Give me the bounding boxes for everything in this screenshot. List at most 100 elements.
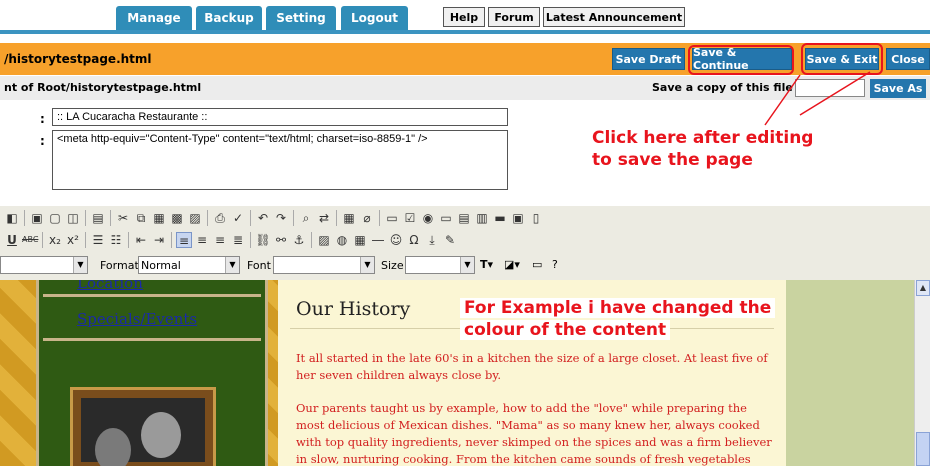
latest-announcement-button[interactable]: Latest Announcement bbox=[543, 7, 685, 27]
nav-setting[interactable]: Setting bbox=[266, 6, 336, 30]
content-heading: Our History bbox=[296, 298, 411, 320]
chevron-down-icon: ▼ bbox=[460, 257, 474, 273]
page-break-icon[interactable]: ⤓ bbox=[424, 232, 440, 248]
button-icon[interactable]: ▬ bbox=[492, 210, 508, 226]
remove-format-icon[interactable]: ⌀ bbox=[359, 210, 375, 226]
indent-icon[interactable]: ⇥ bbox=[151, 232, 167, 248]
scroll-thumb[interactable] bbox=[916, 432, 930, 466]
form-icon[interactable]: ▭ bbox=[384, 210, 400, 226]
separator bbox=[110, 210, 111, 226]
bullet-list-icon[interactable]: ☷ bbox=[108, 232, 124, 248]
size-select[interactable]: ▼ bbox=[405, 256, 475, 274]
photo-face bbox=[141, 412, 181, 458]
checkbox-icon[interactable]: ☑ bbox=[402, 210, 418, 226]
nav-backup[interactable]: Backup bbox=[196, 6, 262, 30]
flash-icon[interactable]: ◍ bbox=[334, 232, 350, 248]
chevron-down-icon: ▼ bbox=[73, 257, 87, 273]
about-icon[interactable]: ? bbox=[552, 258, 558, 271]
nav-manage[interactable]: Manage bbox=[116, 6, 192, 30]
forum-button[interactable]: Forum bbox=[488, 7, 540, 27]
highlight-icon[interactable]: ✎ bbox=[442, 232, 458, 248]
special-char-icon[interactable]: Ω bbox=[406, 232, 422, 248]
text-color-icon[interactable]: T▾ bbox=[480, 258, 493, 271]
replace-icon[interactable]: ⇄ bbox=[316, 210, 332, 226]
separator bbox=[336, 210, 337, 226]
font-select[interactable]: ▼ bbox=[273, 256, 375, 274]
smiley-icon[interactable]: ☺ bbox=[388, 232, 404, 248]
title-field-colon: : bbox=[40, 112, 45, 126]
annotation-arrows bbox=[764, 71, 871, 126]
textarea-icon[interactable]: ▤ bbox=[456, 210, 472, 226]
image-icon[interactable]: ▨ bbox=[316, 232, 332, 248]
annotation-click-here-line2: to save the page bbox=[592, 150, 753, 170]
editor-scrollbar[interactable]: ▲ bbox=[914, 280, 930, 466]
table-icon[interactable]: ▦ bbox=[352, 232, 368, 248]
textfield-icon[interactable]: ▭ bbox=[438, 210, 454, 226]
sidebar-link-specials[interactable]: Specials/Events bbox=[77, 310, 197, 328]
redo-icon[interactable]: ↷ bbox=[273, 210, 289, 226]
content-paragraph-2: Our parents taught us by example, how to… bbox=[296, 401, 772, 466]
superscript-icon[interactable]: x² bbox=[65, 232, 81, 248]
separator bbox=[24, 210, 25, 226]
editor-content-area[interactable]: Location Specials/Events Our History It … bbox=[0, 280, 914, 466]
radio-icon[interactable]: ◉ bbox=[420, 210, 436, 226]
content-paragraph-1: It all started in the late 60's in a kit… bbox=[296, 351, 768, 382]
page-title-field[interactable]: :: LA Cucaracha Restaurante :: bbox=[52, 108, 508, 126]
save-icon[interactable]: ▣ bbox=[29, 210, 45, 226]
nav-logout[interactable]: Logout bbox=[341, 6, 408, 30]
paste-word-icon[interactable]: ▨ bbox=[187, 210, 203, 226]
separator bbox=[128, 232, 129, 248]
style-select[interactable]: ▼ bbox=[0, 256, 88, 274]
numbered-list-icon[interactable]: ☰ bbox=[90, 232, 106, 248]
help-button[interactable]: Help bbox=[443, 7, 485, 27]
separator bbox=[207, 210, 208, 226]
size-label: Size bbox=[381, 259, 404, 272]
separator bbox=[42, 232, 43, 248]
page-sidebar: Location Specials/Events bbox=[36, 280, 268, 466]
preview-icon[interactable]: ◫ bbox=[65, 210, 81, 226]
horizontal-rule-icon[interactable]: ― bbox=[370, 232, 386, 248]
separator bbox=[250, 210, 251, 226]
sidebar-divider bbox=[43, 338, 261, 341]
hidden-field-icon[interactable]: ▯ bbox=[528, 210, 544, 226]
justify-icon[interactable]: ≣ bbox=[230, 232, 246, 248]
underline-icon[interactable]: U bbox=[4, 232, 20, 248]
sidebar-link-location[interactable]: Location bbox=[77, 280, 143, 292]
image-button-icon[interactable]: ▣ bbox=[510, 210, 526, 226]
new-page-icon[interactable]: ▢ bbox=[47, 210, 63, 226]
framed-photo bbox=[70, 387, 216, 466]
link-icon[interactable]: ⛓ bbox=[255, 232, 271, 248]
meta-field-colon: : bbox=[40, 134, 45, 148]
separator bbox=[379, 210, 380, 226]
source-icon[interactable]: ◧ bbox=[4, 210, 20, 226]
editor-toolbars: ◧ ▣ ▢ ◫ ▤ ✂ ⧉ ▦ ▩ ▨ ⎙ ✓ ↶ ↷ ⌕ ⇄ ▦ ⌀ ▭ ☑ … bbox=[0, 206, 930, 280]
align-right-icon[interactable]: ≡ bbox=[212, 232, 228, 248]
spellcheck-icon[interactable]: ✓ bbox=[230, 210, 246, 226]
copy-icon[interactable]: ⧉ bbox=[133, 210, 149, 226]
cut-icon[interactable]: ✂ bbox=[115, 210, 131, 226]
format-select[interactable]: Normal ▼ bbox=[138, 256, 240, 274]
unlink-icon[interactable]: ⚯ bbox=[273, 232, 289, 248]
align-left-icon[interactable]: ≡ bbox=[176, 232, 192, 248]
background-color-icon[interactable]: ◪▾ bbox=[504, 258, 520, 271]
select-icon[interactable]: ▥ bbox=[474, 210, 490, 226]
anchor-icon[interactable]: ⚓ bbox=[291, 232, 307, 248]
annotation-example-line1: For Example i have changed the bbox=[460, 298, 776, 318]
subscript-icon[interactable]: x₂ bbox=[47, 232, 63, 248]
maximize-icon[interactable]: ▭ bbox=[532, 258, 542, 271]
annotation-example-line2: colour of the content bbox=[460, 320, 671, 340]
save-draft-button[interactable]: Save Draft bbox=[612, 48, 685, 70]
align-center-icon[interactable]: ≡ bbox=[194, 232, 210, 248]
templates-icon[interactable]: ▤ bbox=[90, 210, 106, 226]
undo-icon[interactable]: ↶ bbox=[255, 210, 271, 226]
strikethrough-icon[interactable]: ABC bbox=[22, 232, 38, 248]
meta-tags-field[interactable]: <meta http-equiv="Content-Type" content=… bbox=[52, 130, 508, 190]
print-icon[interactable]: ⎙ bbox=[212, 210, 228, 226]
paste-icon[interactable]: ▦ bbox=[151, 210, 167, 226]
close-button[interactable]: Close bbox=[886, 48, 930, 70]
paste-text-icon[interactable]: ▩ bbox=[169, 210, 185, 226]
outdent-icon[interactable]: ⇤ bbox=[133, 232, 149, 248]
find-icon[interactable]: ⌕ bbox=[298, 210, 314, 226]
select-all-icon[interactable]: ▦ bbox=[341, 210, 357, 226]
scroll-up-icon[interactable]: ▲ bbox=[916, 280, 930, 296]
